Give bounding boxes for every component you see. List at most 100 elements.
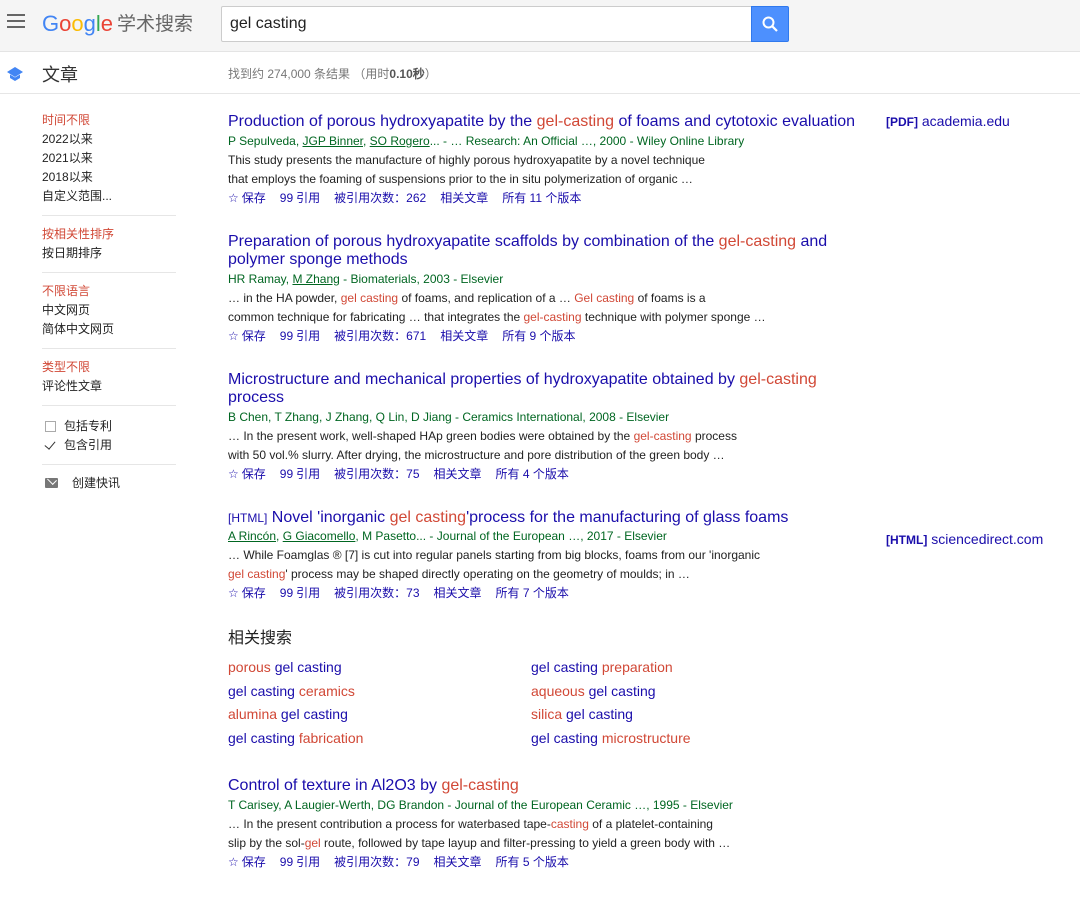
related-term-base: gel casting <box>228 682 299 699</box>
logo-scholar-text: 学术搜索 <box>117 14 194 35</box>
result-title-link[interactable]: [HTML] Novel 'inorganic gel casting'proc… <box>228 509 868 528</box>
related-term-extra: silica <box>531 706 567 722</box>
author-link[interactable]: SO Rogero <box>370 134 430 148</box>
result-actions: ☆ 保存 99 引用 被引用次数：73 相关文章 所有 7 个版本 <box>228 584 868 603</box>
html-source-link[interactable]: [HTML] sciencedirect.com <box>886 531 1043 547</box>
snippet-highlight: gel casting <box>228 567 286 581</box>
snippet-highlight: gel-casting <box>523 309 582 324</box>
result-title-link[interactable]: Microstructure and mechanical properties… <box>228 371 868 408</box>
related-articles-link[interactable]: 相关文章 <box>434 586 482 600</box>
related-term-base: gel casting <box>531 659 602 675</box>
all-versions-link[interactable]: 所有 5 个版本 <box>496 855 569 869</box>
filter-since-2018[interactable]: 2018以来 <box>42 168 176 187</box>
cite-button[interactable]: 99 引用 <box>280 855 320 869</box>
snippet-highlight: gel casting <box>340 290 399 305</box>
filter-since-2022[interactable]: 2022以来 <box>42 130 176 149</box>
author-link[interactable]: A Rincón <box>228 529 276 543</box>
snippet-highlight: gel-casting <box>633 428 692 443</box>
create-alert-button[interactable]: 创建快讯 <box>42 474 176 491</box>
result-snippet: … In the present contribution a process … <box>228 815 868 853</box>
related-term-extra: ceramics <box>298 682 355 699</box>
checkbox-checked[interactable] <box>45 440 56 451</box>
type-review[interactable]: 评论性文章 <box>42 377 176 396</box>
related-articles-link[interactable]: 相关文章 <box>434 855 482 869</box>
sort-group: 按相关性排序 按日期排序 <box>42 225 176 273</box>
publication-info: ... - … Research: An Official …, 2000 - … <box>429 133 745 148</box>
type-any[interactable]: 类型不限 <box>42 358 176 377</box>
star-icon: ☆ <box>228 586 239 600</box>
snippet-text: common technique for fabricating … that … <box>228 309 524 324</box>
hamburger-menu-icon[interactable] <box>7 14 25 28</box>
related-search-link[interactable]: alumina gel casting <box>228 705 531 724</box>
result-snippet: This study presents the manufacture of h… <box>228 151 868 189</box>
articles-label[interactable]: 文章 <box>42 61 78 87</box>
title-text: Novel 'inorganic <box>267 508 390 526</box>
save-button[interactable]: ☆ 保存 <box>228 191 266 205</box>
snippet-text: … In the present work, well-shaped HAp g… <box>228 428 634 443</box>
filter-any-time[interactable]: 时间不限 <box>42 111 176 130</box>
include-patents-checkbox[interactable]: 包括专利 <box>42 417 176 436</box>
save-button[interactable]: ☆ 保存 <box>228 586 266 600</box>
sort-by-date[interactable]: 按日期排序 <box>42 244 176 263</box>
related-articles-link[interactable]: 相关文章 <box>440 329 488 343</box>
stats-prefix: 找到约 274,000 条结果 （用时 <box>228 67 390 81</box>
cite-button[interactable]: 99 引用 <box>280 191 320 205</box>
related-search-link[interactable]: gel casting preparation <box>531 658 834 677</box>
cited-by-link[interactable]: 被引用次数：671 <box>334 329 426 343</box>
all-versions-link[interactable]: 所有 4 个版本 <box>496 467 569 481</box>
checkbox-unchecked[interactable] <box>45 421 56 432</box>
author-link[interactable]: JGP Binner <box>303 134 363 148</box>
related-term-base: gel casting <box>228 729 299 746</box>
author-link[interactable]: G Giacomello <box>283 529 356 543</box>
related-articles-link[interactable]: 相关文章 <box>440 191 488 205</box>
all-versions-link[interactable]: 所有 7 个版本 <box>496 586 569 600</box>
result-authors: A Rincón, G Giacomello, M Pasetto... - J… <box>228 527 868 546</box>
save-button[interactable]: ☆ 保存 <box>228 329 266 343</box>
related-search-link[interactable]: gel casting microstructure <box>531 729 834 748</box>
save-button[interactable]: ☆ 保存 <box>228 467 266 481</box>
save-button[interactable]: ☆ 保存 <box>228 855 266 869</box>
title-highlight: gel-casting <box>536 113 615 130</box>
result-title-link[interactable]: Preparation of porous hydroxyapatite sca… <box>228 233 868 270</box>
all-versions-link[interactable]: 所有 9 个版本 <box>502 329 575 343</box>
cite-button[interactable]: 99 引用 <box>280 329 320 343</box>
cite-button[interactable]: 99 引用 <box>280 467 320 481</box>
author-link[interactable]: M Zhang <box>292 272 339 286</box>
pdf-source-link[interactable]: [PDF] academia.edu <box>886 113 1010 129</box>
cited-by-link[interactable]: 被引用次数：262 <box>334 191 426 205</box>
lang-any[interactable]: 不限语言 <box>42 282 176 301</box>
search-result: Production of porous hydroxyapatite by t… <box>228 113 868 208</box>
google-scholar-logo[interactable]: Google 学术搜索 <box>42 9 193 37</box>
result-authors: HR Ramay, M Zhang - Biomaterials, 2003 -… <box>228 270 868 289</box>
sort-by-relevance[interactable]: 按相关性排序 <box>42 225 176 244</box>
snippet-text: slip by the sol- <box>228 835 305 850</box>
related-search-link[interactable]: gel casting fabrication <box>228 729 531 748</box>
cited-by-link[interactable]: 被引用次数：73 <box>334 586 419 600</box>
search-input[interactable] <box>222 7 751 41</box>
result-authors: P Sepulveda, JGP Binner, SO Rogero... - … <box>228 132 868 151</box>
search-result: [HTML] Novel 'inorganic gel casting'proc… <box>228 509 868 604</box>
type-group: 类型不限 评论性文章 <box>42 358 176 406</box>
result-title-link[interactable]: Production of porous hydroxyapatite by t… <box>228 113 868 132</box>
related-search-link[interactable]: porous gel casting <box>228 658 531 677</box>
result-stats: 找到约 274,000 条结果 （用时0.10秒） <box>228 65 437 82</box>
lang-chinese[interactable]: 中文网页 <box>42 301 176 320</box>
filter-since-2021[interactable]: 2021以来 <box>42 149 176 168</box>
cited-by-link[interactable]: 被引用次数：75 <box>334 467 419 481</box>
all-versions-link[interactable]: 所有 11 个版本 <box>502 191 581 205</box>
related-search-link[interactable]: aqueous gel casting <box>531 682 834 701</box>
cite-button[interactable]: 99 引用 <box>280 586 320 600</box>
result-title-link[interactable]: Control of texture in Al2O3 by gel-casti… <box>228 777 868 796</box>
related-search-link[interactable]: silica gel casting <box>531 705 834 724</box>
search-button[interactable] <box>751 6 789 42</box>
logo-letter: o <box>59 11 72 36</box>
cite-label: 引用 <box>296 854 321 869</box>
filter-custom-range[interactable]: 自定义范围... <box>42 187 176 206</box>
related-term-extra: fabrication <box>298 729 364 746</box>
lang-simplified-chinese[interactable]: 简体中文网页 <box>42 320 176 339</box>
related-articles-link[interactable]: 相关文章 <box>434 467 482 481</box>
related-searches-grid: porous gel casting gel casting preparati… <box>228 658 868 747</box>
cited-by-link[interactable]: 被引用次数：79 <box>334 855 419 869</box>
related-search-link[interactable]: gel casting ceramics <box>228 682 531 701</box>
include-citations-checkbox[interactable]: 包含引用 <box>42 436 176 455</box>
